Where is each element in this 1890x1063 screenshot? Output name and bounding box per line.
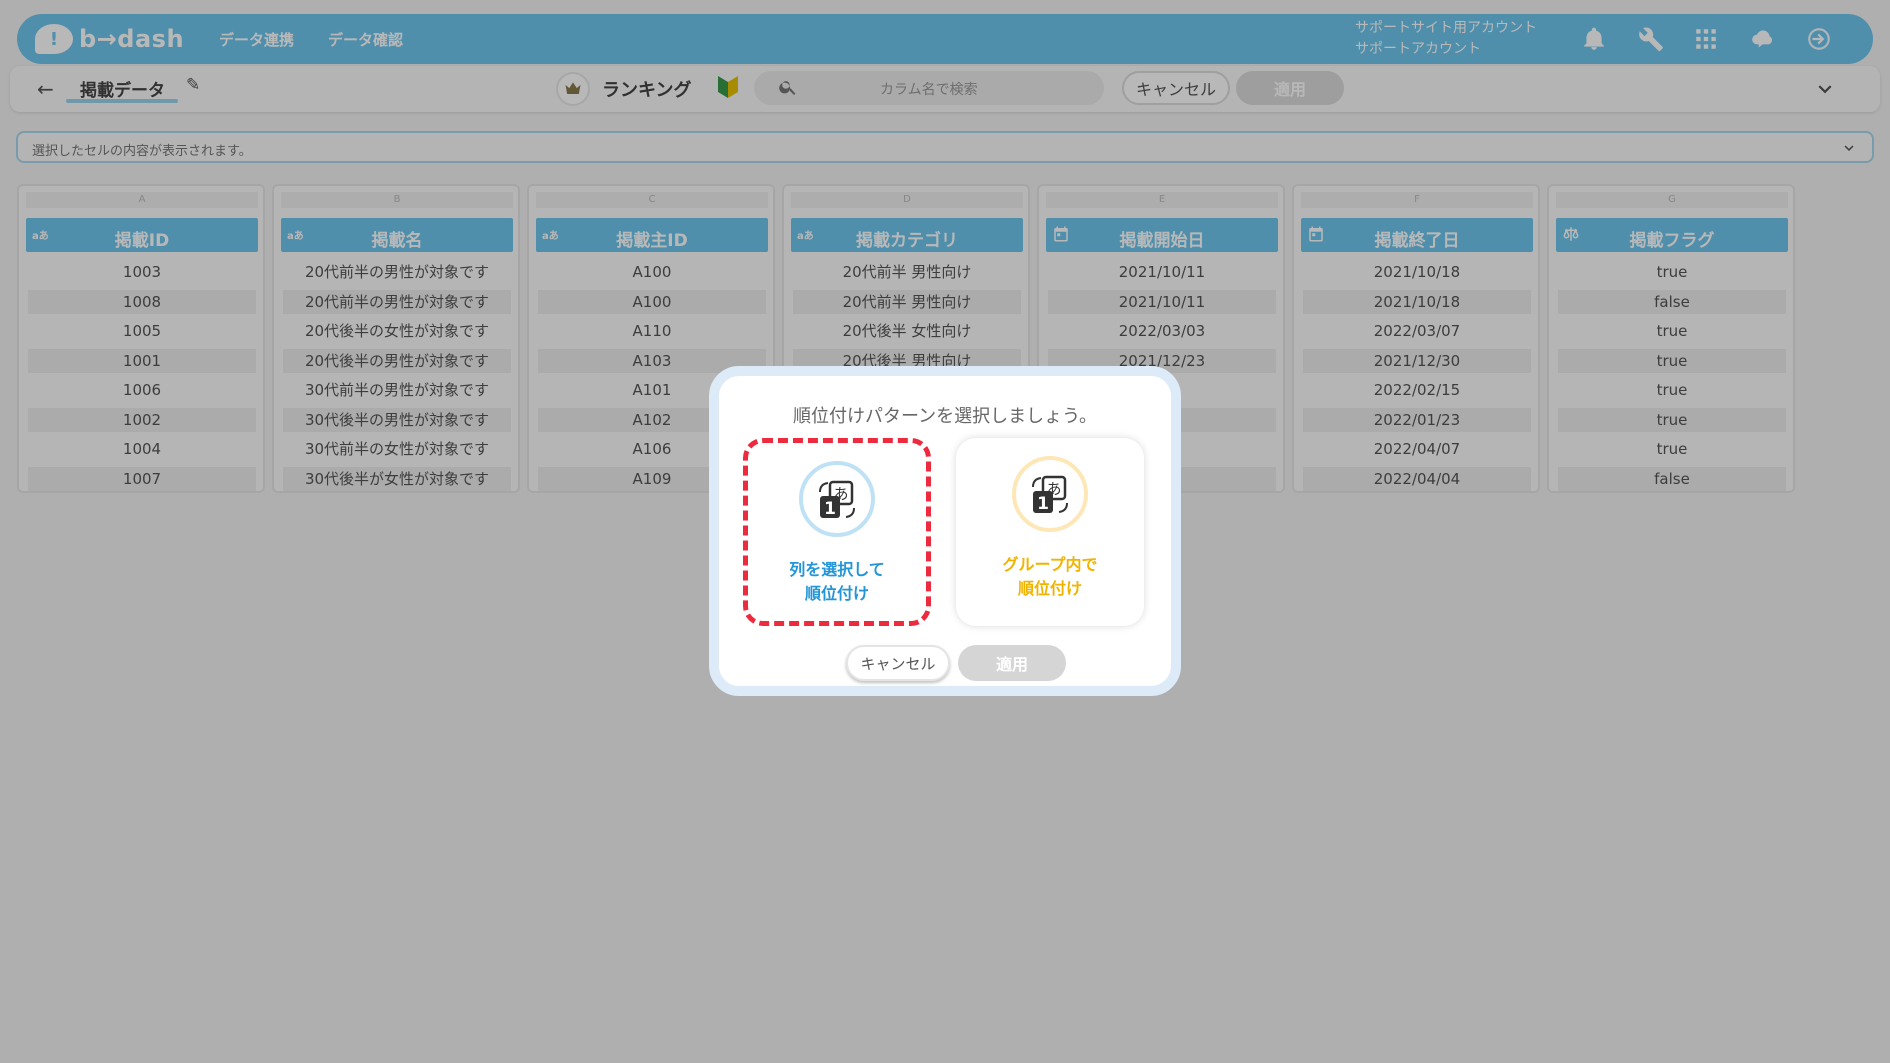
modal-cancel-button[interactable]: キャンセル — [846, 645, 950, 681]
rank-sort-icon: あ 1 — [1012, 456, 1088, 532]
option-rank-within-group[interactable]: あ 1 グループ内で 順位付け — [956, 438, 1144, 626]
svg-text:1: 1 — [1037, 494, 1049, 514]
rank-sort-icon: あ 1 — [799, 461, 875, 537]
option-label: 列を選択して 順位付け — [789, 560, 885, 603]
modal-title: 順位付けパターンを選択しましょう。 — [792, 406, 1098, 427]
option-rank-by-column[interactable]: あ 1 列を選択して 順位付け — [743, 438, 931, 626]
modal-apply-button[interactable]: 適用 — [958, 645, 1066, 681]
option-label: グループ内で 順位付け — [1002, 555, 1098, 598]
svg-text:1: 1 — [824, 499, 836, 519]
ranking-pattern-modal: 順位付けパターンを選択しましょう。 あ 1 列を選択して 順位付け あ 1 グル… — [709, 366, 1181, 696]
